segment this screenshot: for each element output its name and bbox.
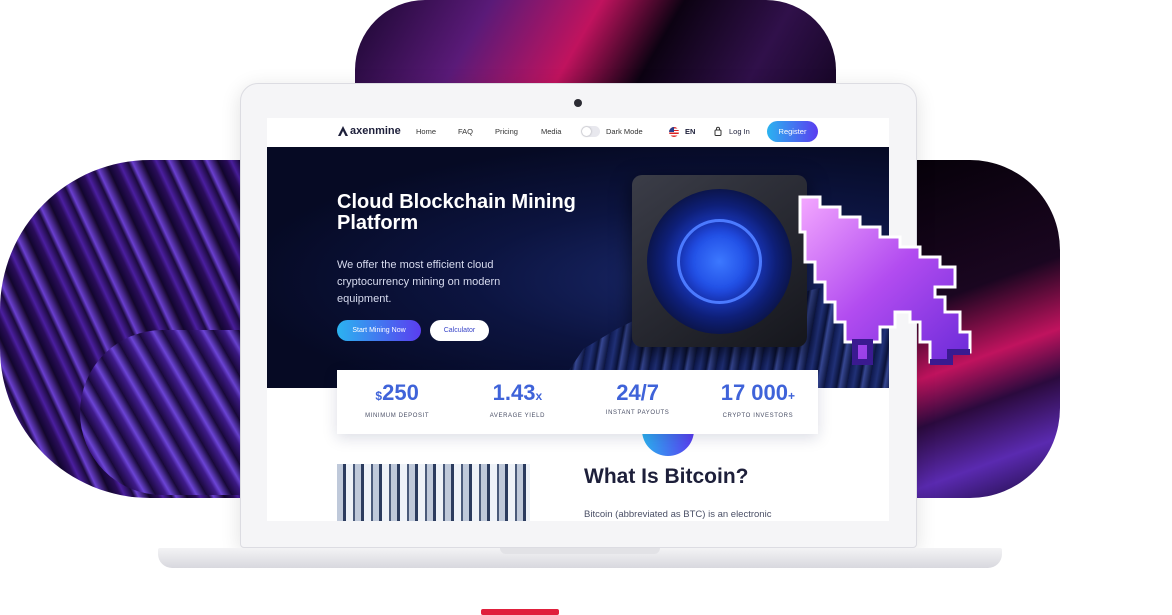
stat-value: 17 000+ <box>698 381 818 408</box>
bitcoin-section-title: What Is Bitcoin? <box>584 465 749 488</box>
top-navigation: axenmine Home FAQ Pricing Media Dark Mod… <box>267 118 889 147</box>
stat-instant-payouts: 24/7 INSTANT PAYOUTS <box>578 370 698 434</box>
stat-value: 24/7 <box>578 381 698 405</box>
nav-link-home[interactable]: Home <box>416 127 436 136</box>
calculator-button[interactable]: Calculator <box>430 320 489 341</box>
stat-value: 1.43x <box>457 381 577 408</box>
hero-title: Cloud Blockchain Mining Platform <box>337 191 576 234</box>
fan-hub <box>695 237 744 286</box>
dark-mode-label: Dark Mode <box>606 127 643 136</box>
laptop-camera <box>574 99 582 107</box>
stat-value: $250 <box>337 381 457 408</box>
stat-minimum-deposit: $250 MINIMUM DEPOSIT <box>337 370 457 434</box>
dark-mode-toggle[interactable] <box>581 126 600 137</box>
login-link[interactable]: Log In <box>729 127 750 136</box>
red-accent-bar <box>481 609 559 615</box>
nav-link-media[interactable]: Media <box>541 127 561 136</box>
stat-suffix: + <box>788 389 796 403</box>
laptop-base-notch <box>500 548 660 554</box>
stat-label: MINIMUM DEPOSIT <box>365 413 430 419</box>
stat-label: AVERAGE YIELD <box>489 413 545 419</box>
stat-number: 17 000 <box>720 380 789 405</box>
nav-link-faq[interactable]: FAQ <box>458 127 473 136</box>
stat-number: 250 <box>382 380 419 405</box>
language-selector[interactable]: EN <box>685 127 695 136</box>
stat-number: 1.43 <box>492 380 536 405</box>
mining-farm-photo <box>337 464 530 521</box>
stat-suffix: x <box>535 389 543 403</box>
nav-link-pricing[interactable]: Pricing <box>495 127 518 136</box>
start-mining-button[interactable]: Start Mining Now <box>337 320 421 341</box>
stat-number: 24/7 <box>616 380 660 405</box>
register-button[interactable]: Register <box>767 121 818 142</box>
stat-label: CRYPTO INVESTORS <box>722 413 794 419</box>
us-flag-icon <box>669 127 679 137</box>
stat-label: INSTANT PAYOUTS <box>605 410 670 416</box>
hero-description: We offer the most efficient cloud crypto… <box>337 259 501 305</box>
pixel-cursor-icon <box>798 195 972 365</box>
mining-rig-illustration <box>632 175 807 347</box>
axenmine-logo-icon <box>338 126 348 136</box>
bitcoin-section-text: Bitcoin (abbreviated as BTC) is an elect… <box>584 509 772 520</box>
logo[interactable]: axenmine <box>337 125 401 137</box>
logo-text: axenmine <box>350 125 401 137</box>
lock-icon <box>714 126 722 136</box>
stats-card: $250 MINIMUM DEPOSIT 1.43x AVERAGE YIELD… <box>337 370 818 434</box>
stat-average-yield: 1.43x AVERAGE YIELD <box>457 370 577 434</box>
